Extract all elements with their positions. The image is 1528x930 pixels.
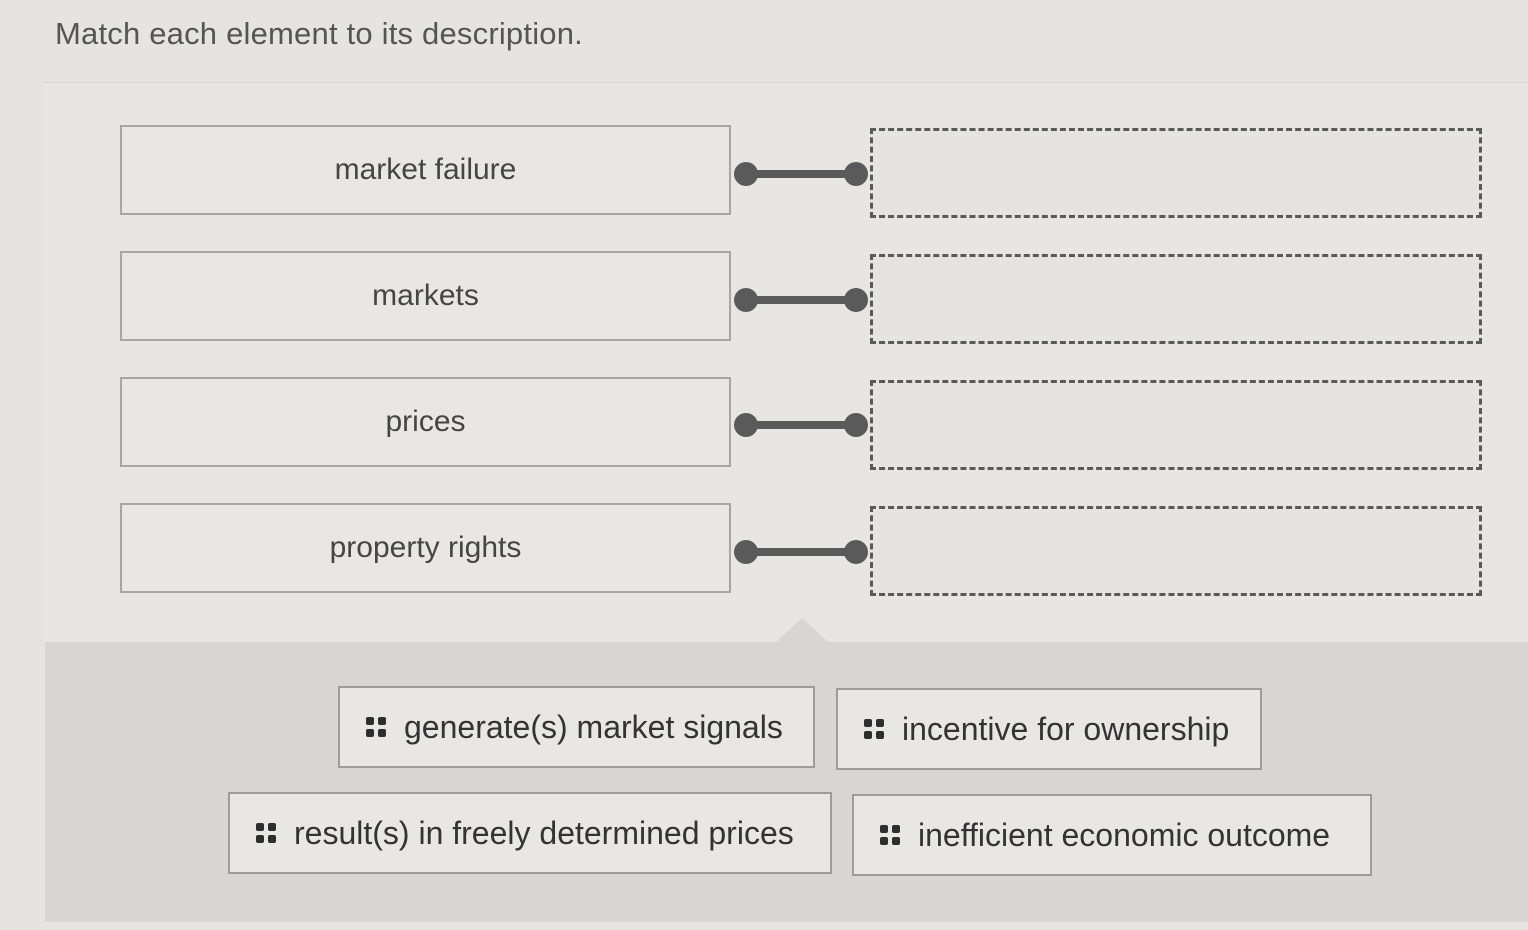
- choice-label: incentive for ownership: [902, 710, 1230, 747]
- connector-dot-left: [734, 288, 758, 312]
- connector-dot-left: [734, 540, 758, 564]
- term-label: market failure: [334, 153, 517, 186]
- drop-zone-2[interactable]: [870, 254, 1482, 344]
- choice-label: generate(s) market signals: [404, 708, 783, 745]
- connector-dot-left: [734, 162, 758, 186]
- connector-dot-left: [734, 413, 758, 437]
- connector-2: [734, 286, 868, 314]
- term-market-failure: market failure: [120, 125, 731, 215]
- choice-incentive-for-ownership[interactable]: incentive for ownership: [836, 688, 1262, 770]
- connector-dot-right: [844, 288, 868, 312]
- term-label: markets: [372, 279, 479, 312]
- instructions: Match each element to its description.: [55, 16, 583, 51]
- term-prices: prices: [120, 377, 731, 467]
- term-property-rights: property rights: [120, 503, 731, 593]
- connector-bar: [746, 296, 856, 304]
- drag-handle-icon: [880, 825, 900, 845]
- choice-label: inefficient economic outcome: [918, 816, 1331, 853]
- term-markets: markets: [120, 251, 731, 341]
- connector-bar: [746, 421, 856, 429]
- connector-dot-right: [844, 413, 868, 437]
- choice-generate-market-signals[interactable]: generate(s) market signals: [338, 686, 815, 768]
- drag-handle-icon: [864, 719, 884, 739]
- drop-zone-3[interactable]: [870, 380, 1482, 470]
- connector-bar: [746, 170, 856, 178]
- connector-1: [734, 160, 868, 188]
- answer-tray: [45, 642, 1528, 922]
- tray-notch: [776, 618, 828, 642]
- choice-freely-determined-prices[interactable]: result(s) in freely determined prices: [228, 792, 832, 874]
- term-label: prices: [385, 405, 466, 438]
- connector-dot-right: [844, 540, 868, 564]
- choice-label: result(s) in freely determined prices: [294, 814, 794, 851]
- drop-zone-1[interactable]: [870, 128, 1482, 218]
- connector-3: [734, 411, 868, 439]
- connector-4: [734, 538, 868, 566]
- drag-handle-icon: [256, 823, 276, 843]
- drag-handle-icon: [366, 717, 386, 737]
- connector-bar: [746, 548, 856, 556]
- choice-inefficient-economic-outcome[interactable]: inefficient economic outcome: [852, 794, 1372, 876]
- term-label: property rights: [329, 531, 522, 564]
- connector-dot-right: [844, 162, 868, 186]
- drop-zone-4[interactable]: [870, 506, 1482, 596]
